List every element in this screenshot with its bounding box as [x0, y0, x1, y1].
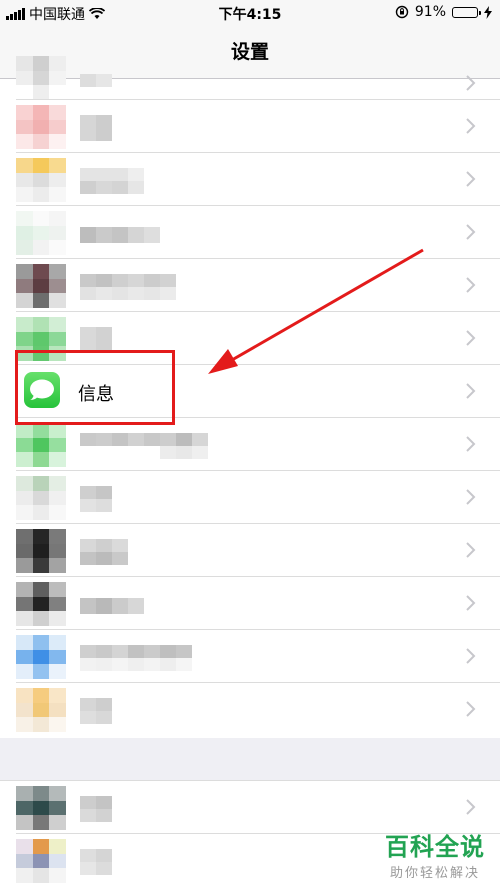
watermark-subtitle: 助你轻松解决 [389, 866, 480, 881]
watermark: 百科全说 助你轻松解决 [385, 827, 485, 881]
watermark-title: 百科全说 [385, 833, 485, 861]
annotation-arrow [208, 248, 424, 374]
